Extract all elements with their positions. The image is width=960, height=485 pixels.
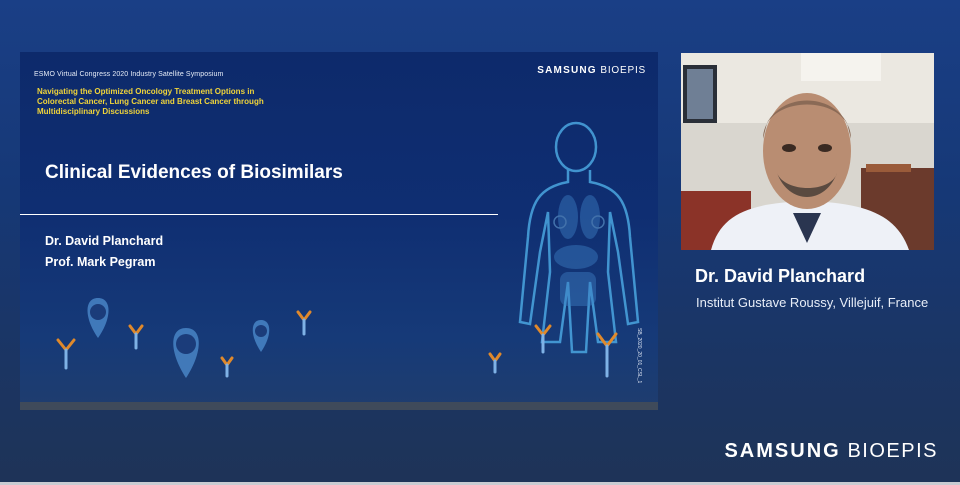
organs-icon [553, 195, 605, 306]
speaker-name: Dr. David Planchard [695, 266, 866, 286]
presentation-slide: ESMO Virtual Congress 2020 Industry Sate… [20, 52, 658, 410]
map-pin-colon-icon [173, 328, 199, 378]
map-pin-lungs-icon [87, 298, 109, 338]
speaker-video [681, 53, 934, 250]
footer-brand-bioepis: BIOEPIS [847, 440, 938, 462]
footer-brand-samsung: SAMSUNG [724, 440, 841, 462]
slide-decoration [56, 121, 640, 378]
body-silhouette-icon [518, 121, 640, 354]
antibody-icon [56, 310, 618, 378]
map-pin-breast-icon [252, 320, 270, 352]
slide-bottom-bar [20, 402, 658, 410]
footer-brand-logo: SAMSUNG BIOEPIS [724, 440, 938, 463]
slide-document-code: SB_2020_20_01_CSL_1 [636, 328, 642, 384]
speaker-video-frame [681, 53, 934, 250]
speaker-affiliation: Institut Gustave Roussy, Villejuif, Fran… [696, 295, 929, 310]
